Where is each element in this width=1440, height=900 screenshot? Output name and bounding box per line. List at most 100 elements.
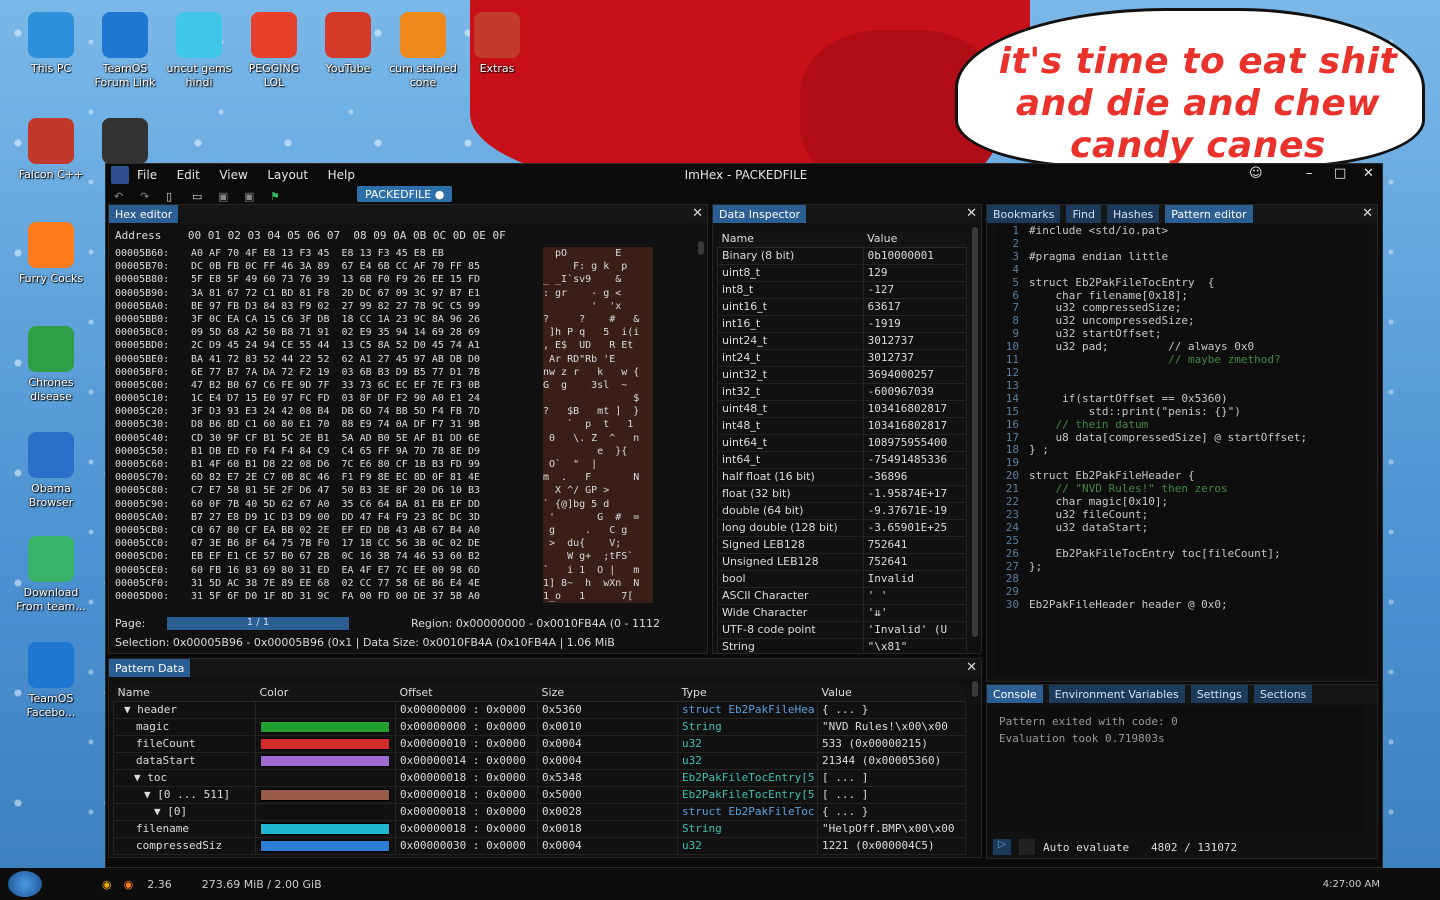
desktop-icon[interactable]: uncut gems hindi xyxy=(162,12,236,90)
maximize-button[interactable]: □ xyxy=(1334,166,1346,181)
hex-row[interactable]: 00005B90: 3A 81 67 72 C1 BD 81 F8 2D DC 6… xyxy=(115,286,690,300)
desktop-icon[interactable]: YouTube xyxy=(311,12,385,76)
desktop-icon[interactable]: Obama Browser xyxy=(14,432,88,510)
hex-row[interactable]: 00005C40: CD 30 9F CF B1 5C 2E B1 5A AD B… xyxy=(115,431,690,445)
tab-sections[interactable]: Sections xyxy=(1253,685,1313,703)
inspector-row[interactable]: uint24_t 3012737 xyxy=(717,331,968,350)
inspector-row[interactable]: int48_t 103416802817 xyxy=(717,416,968,435)
desktop-icon[interactable]: This PC xyxy=(14,12,88,76)
inspector-row[interactable]: bool Invalid xyxy=(717,569,968,588)
hex-row[interactable]: 00005C90: 60 0F 7B 40 5D 62 67 A0 35 C6 6… xyxy=(115,497,690,511)
pattern-data-row[interactable]: dataStart 0x00000014 : 0x0000 0x0004 u32 213… xyxy=(113,751,966,770)
desktop-icon[interactable]: TeamOS Forum Link xyxy=(88,12,162,90)
smile-icon[interactable]: ☺ xyxy=(1249,166,1263,181)
hex-row[interactable]: 00005C10: 1C E4 D7 15 E0 97 FC FD 03 8F D… xyxy=(115,392,690,406)
pd-col-value[interactable]: Value xyxy=(817,685,966,702)
hex-row[interactable]: 00005CE0: 60 FB 16 83 69 80 31 ED EA 4F E… xyxy=(115,563,690,577)
hex-scrollbar[interactable] xyxy=(698,241,704,255)
hex-row[interactable]: 00005B80: 5F E8 5F 49 60 73 76 39 13 6B F… xyxy=(115,273,690,287)
desktop-icon[interactable]: TeamOS Facebo... xyxy=(14,642,88,720)
hex-row[interactable]: 00005CD0: EB EF E1 CE 57 B0 67 2B 0C 16 3… xyxy=(115,550,690,564)
inspector-row[interactable]: uint16_t 63617 xyxy=(717,297,968,316)
redo-icon[interactable]: ↷ xyxy=(140,190,154,203)
tab-pattern-editor[interactable]: Pattern editor xyxy=(1165,205,1253,223)
hex-row[interactable]: 00005CB0: C0 67 80 CF EA BB 02 2E EF ED D… xyxy=(115,523,690,538)
pd-col-name[interactable]: Name xyxy=(113,685,256,702)
desktop-icon[interactable]: Download From team... xyxy=(14,536,88,614)
bookmark-icon[interactable]: ⚑ xyxy=(270,190,284,203)
tab-hex-editor[interactable]: Hex editor xyxy=(109,205,179,223)
hex-row[interactable]: 00005C00: 47 B2 B0 67 C6 FE 9D 7F 33 73 6… xyxy=(115,378,690,393)
close-icon[interactable]: ✕ xyxy=(1362,206,1373,221)
desktop-icon[interactable]: Extras xyxy=(460,12,534,76)
pattern-data-row[interactable]: ▼ toc 0x00000018 : 0x0000 0x5348 Eb2PakFile… xyxy=(113,768,966,787)
hex-row[interactable]: 00005BC0: 09 5D 68 A2 50 B8 71 91 02 E9 3… xyxy=(115,326,690,340)
close-icon[interactable]: ✕ xyxy=(966,660,977,675)
inspector-row[interactable]: float (32 bit) -1.95874E+17 xyxy=(717,484,968,503)
pd-col-color[interactable]: Color xyxy=(255,685,396,702)
inspector-row[interactable]: Binary (8 bit) 0b10000001 xyxy=(717,246,968,265)
tab-settings[interactable]: Settings xyxy=(1190,685,1248,703)
start-button[interactable] xyxy=(8,871,42,897)
pattern-data-row[interactable]: filename 0x00000018 : 0x0000 0x0018 String "… xyxy=(113,819,966,838)
menu-layout[interactable]: Layout xyxy=(267,168,308,182)
inspector-row[interactable]: UTF-8 code point 'Invalid' (U xyxy=(717,620,968,639)
hex-row[interactable]: 00005BD0: 2C D9 45 24 94 CE 55 44 13 C5 8… xyxy=(115,339,690,353)
pattern-data-scrollbar[interactable] xyxy=(972,681,978,697)
inspector-row[interactable]: half float (16 bit) -36896 xyxy=(717,467,968,486)
menu-file[interactable]: File xyxy=(137,168,157,182)
desktop-icon[interactable]: Chrones disease xyxy=(14,326,88,404)
inspector-row[interactable]: uint64_t 108975955400 xyxy=(717,433,968,452)
close-button[interactable]: ✕ xyxy=(1363,166,1374,181)
close-icon[interactable]: ✕ xyxy=(692,206,703,221)
run-button[interactable]: ▷ xyxy=(993,839,1011,855)
tab-hashes[interactable]: Hashes xyxy=(1107,205,1160,223)
inspector-row[interactable]: uint32_t 3694000257 xyxy=(717,365,968,384)
new-file-icon[interactable]: ▯ xyxy=(166,190,180,203)
pd-col-size[interactable]: Size xyxy=(537,685,678,702)
menu-edit[interactable]: Edit xyxy=(177,168,200,182)
menu-view[interactable]: View xyxy=(219,168,247,182)
hex-row[interactable]: 00005C30: D8 B6 8D C1 60 80 E1 70 88 E9 7… xyxy=(115,418,690,432)
desktop-icon[interactable]: cum stained cone xyxy=(386,12,460,90)
tab-find[interactable]: Find xyxy=(1066,205,1102,223)
desktop-icon[interactable]: Falcon C++ xyxy=(14,118,88,182)
hex-row[interactable]: 00005B60: A0 AF 70 4F E8 13 F3 45 E8 13 F… xyxy=(115,247,690,261)
inspector-row[interactable]: int64_t -75491485336 xyxy=(717,450,968,469)
tab-pattern-data[interactable]: Pattern Data xyxy=(109,659,191,677)
inspector-row[interactable]: ASCII Character ' ' xyxy=(717,586,968,605)
hex-row[interactable]: 00005C60: B1 4F 60 B1 D8 22 08 D6 7C E6 8… xyxy=(115,458,690,472)
desktop-icon[interactable]: PEGGING LOL xyxy=(237,12,311,90)
hex-row[interactable]: 00005BF0: 6E 77 B7 7A DA 72 F2 19 03 6B B… xyxy=(115,365,690,379)
hex-row[interactable]: 00005CC0: 07 3E B6 8F 64 75 7B F0 17 1B C… xyxy=(115,537,690,551)
hex-row[interactable]: 00005C70: 6D 82 E7 2E C7 0B 8C 46 F1 F9 8… xyxy=(115,471,690,485)
tab-environment-variables[interactable]: Environment Variables xyxy=(1048,685,1185,703)
inspector-row[interactable]: String "\x81" xyxy=(717,637,968,653)
firefox-icon[interactable]: ◉ xyxy=(124,878,134,891)
menu-help[interactable]: Help xyxy=(328,168,355,182)
inspector-row[interactable]: long double (128 bit) -3.65901E+25 xyxy=(717,518,968,537)
open-file-icon[interactable]: ▭ xyxy=(192,190,206,203)
tab-data-inspector[interactable]: Data Inspector xyxy=(713,205,807,223)
tab-console[interactable]: Console xyxy=(987,685,1043,703)
inspector-row[interactable]: Wide Character '⇊' xyxy=(717,603,968,622)
inspector-row[interactable]: double (64 bit) -9.37671E-19 xyxy=(717,501,968,520)
inspector-row[interactable]: Signed LEB128 752641 xyxy=(717,535,968,554)
inspector-row[interactable]: uint48_t 103416802817 xyxy=(717,399,968,418)
inspector-row[interactable]: Unsigned LEB128 752641 xyxy=(717,552,968,571)
inspector-row[interactable]: int24_t 3012737 xyxy=(717,348,968,367)
hex-view[interactable]: 00005B60: A0 AF 70 4F E8 13 F3 45 E8 13 F… xyxy=(115,247,690,607)
hex-row[interactable]: 00005CF0: 31 5D AC 38 7E 89 EE 68 02 CC 7… xyxy=(115,576,690,590)
hex-row[interactable]: 00005D00: 31 5F 6F D0 1F 8D 31 9C FA 00 F… xyxy=(115,589,690,604)
pattern-data-row[interactable]: magic 0x00000000 : 0x0000 0x0010 String "NVD… xyxy=(113,717,966,736)
pd-col-type[interactable]: Type xyxy=(677,685,818,702)
minimize-button[interactable]: – xyxy=(1306,166,1313,181)
inspector-row[interactable]: int8_t -127 xyxy=(717,280,968,299)
inspector-scrollbar[interactable] xyxy=(972,227,978,637)
tab-bookmarks[interactable]: Bookmarks xyxy=(987,205,1061,223)
hex-row[interactable]: 00005B70: DC 0B FB 0C FF 46 3A 89 67 E4 6… xyxy=(115,260,690,274)
page-slider[interactable]: 1 / 1 xyxy=(167,617,349,630)
inspector-row[interactable]: int16_t -1919 xyxy=(717,314,968,333)
undo-icon[interactable]: ↶ xyxy=(114,190,128,203)
pattern-data-row[interactable]: fileCount 0x00000010 : 0x0000 0x0004 u32 533… xyxy=(113,734,966,753)
